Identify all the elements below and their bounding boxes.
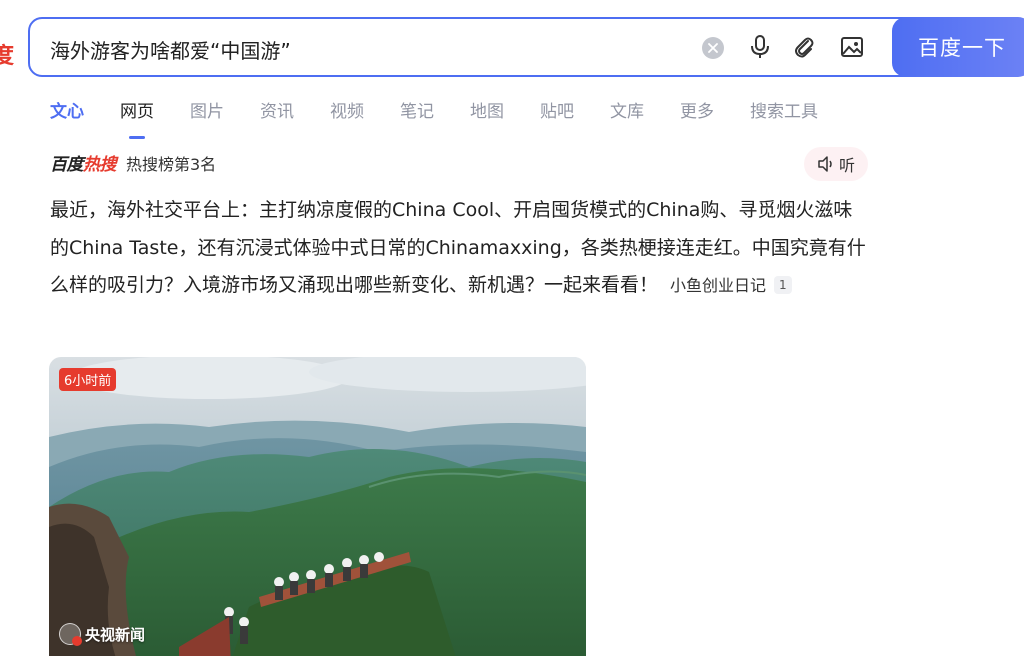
baidu-logo-fragment[interactable]: 度 [0,38,14,70]
attach-file-button[interactable] [790,33,818,61]
search-results-page: 度 海外游客为啥都爱“中国游” 百度一下 文心 网页 图片 资讯 视频 笔记 地… [0,0,1024,656]
tab-search-tools[interactable]: 搜索工具 [750,97,818,131]
tab-more[interactable]: 更多 [680,97,714,131]
baidu-hot-logo[interactable]: 百度热搜 [50,150,117,175]
tab-wenku[interactable]: 文库 [610,97,644,131]
tab-map[interactable]: 地图 [470,97,504,131]
tab-images[interactable]: 图片 [190,97,224,131]
listen-button[interactable]: 听 [804,147,868,181]
cctv-news-logo-icon [59,623,82,646]
search-input[interactable]: 海外游客为啥都爱“中国游” [50,35,291,64]
listen-label: 听 [838,156,855,175]
microphone-icon [751,35,769,58]
paperclip-icon [795,37,814,58]
tab-wenxin[interactable]: 文心 [50,97,84,131]
speaker-icon [818,156,832,172]
tab-video[interactable]: 视频 [330,97,364,131]
clear-button[interactable] [702,37,724,59]
tab-tieba[interactable]: 贴吧 [540,97,574,131]
image-icon [841,37,863,57]
voice-search-button[interactable] [746,33,774,61]
tab-news[interactable]: 资讯 [260,97,294,131]
tab-notes[interactable]: 笔记 [400,97,434,131]
image-source-label: 央视新闻 [85,625,146,644]
time-badge: 6小时前 [59,368,117,391]
tab-web[interactable]: 网页 [120,97,154,131]
landscape-image [49,357,586,656]
hot-logo-part-a: 百度 [50,155,84,175]
result-image-card[interactable]: 6小时前 央视新闻 [49,357,586,656]
image-search-button[interactable] [838,33,866,61]
citation-badge[interactable]: 1 [774,276,792,294]
hot-search-header: 百度热搜 热搜榜第3名 [50,150,216,176]
hot-logo-part-b: 热搜 [83,155,117,175]
search-box: 海外游客为啥都爱“中国游” 百度一下 [28,17,1024,77]
image-source: 央视新闻 [59,623,146,646]
close-icon [708,43,718,53]
search-submit-button[interactable]: 百度一下 [892,17,1024,77]
result-summary: 最近，海外社交平台上：主打纳凉度假的China Cool、开启囤货模式的Chin… [50,192,870,305]
search-tabs: 文心 网页 图片 资讯 视频 笔记 地图 贴吧 文库 更多 搜索工具 [50,97,854,131]
hot-rank-label[interactable]: 热搜榜第3名 [126,151,216,175]
summary-source[interactable]: 小鱼创业日记 [670,276,766,295]
